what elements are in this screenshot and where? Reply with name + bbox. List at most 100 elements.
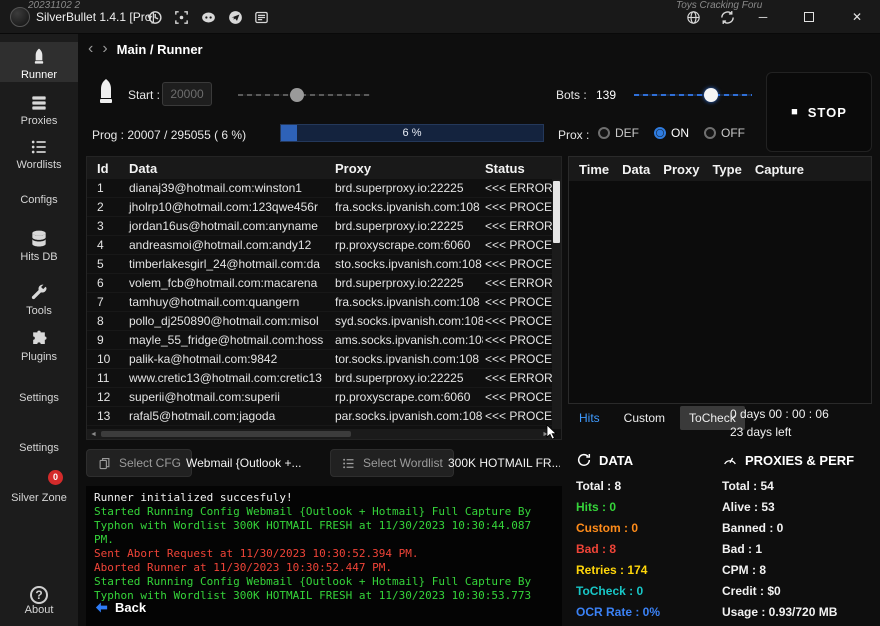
sidebar-item-about[interactable]: ? About [0, 582, 78, 626]
table-row[interactable]: 1dianaj39@hotmail.com:winston1brd.superp… [87, 179, 552, 198]
column-header-type[interactable]: Type [712, 162, 741, 177]
column-header-id[interactable]: Id [87, 161, 127, 176]
scroll-left-icon[interactable]: ◄ [90, 431, 97, 438]
back-button-label: Back [115, 600, 146, 615]
sidebar-item-settings-2[interactable]: Settings [0, 442, 78, 462]
table-row[interactable]: 6volem_fcb@hotmail.com:macarenabrd.super… [87, 274, 552, 293]
column-header-proxy[interactable]: Proxy [663, 162, 699, 177]
sidebar-item-settings[interactable]: Settings [0, 392, 78, 412]
proxies-panel-title: PROXIES & PERF [745, 453, 854, 468]
sync-icon[interactable] [716, 6, 738, 28]
close-button[interactable]: ✕ [840, 0, 874, 34]
stat-usage: Usage : 0.93/720 MB [722, 604, 872, 620]
back-button[interactable]: Back [94, 600, 146, 615]
stat-custom: Custom : 0 [576, 520, 716, 536]
stop-square-icon: ■ [791, 106, 799, 118]
cell-data: mayle_55_fridge@hotmail.com:hoss [127, 333, 333, 347]
back-arrow-icon [94, 600, 109, 615]
proxies-panel-header: PROXIES & PERF [722, 452, 854, 468]
tab-custom[interactable]: Custom [615, 406, 674, 430]
stat-credit: Credit : $0 [722, 583, 872, 599]
minimize-button[interactable]: ─ [746, 0, 780, 34]
prox-radio-on[interactable]: ON [654, 126, 689, 140]
table-row[interactable]: 3jordan16us@hotmail.com:anynamebrd.super… [87, 217, 552, 236]
history-icon[interactable] [143, 6, 165, 28]
sidebar-item-hits-db[interactable]: Hits DB [0, 224, 78, 264]
proxies-stats: Total : 54Alive : 53Banned : 0Bad : 1CPM… [722, 478, 872, 625]
sidebar-item-label: Hits DB [0, 251, 78, 268]
sidebar-item-runner[interactable]: Runner [0, 42, 78, 82]
stat-tocheck: ToCheck : 0 [576, 583, 716, 599]
start-input[interactable] [162, 82, 212, 106]
cell-proxy: par.socks.ipvanish.com:108 [333, 409, 483, 423]
column-header-time[interactable]: Time [579, 162, 609, 177]
cell-data: rafal5@hotmail.com:jagoda [127, 409, 333, 423]
table-row[interactable]: 2jholrp10@hotmail.com:123qwe456rfra.sock… [87, 198, 552, 217]
progress-percent-text: 6 % [281, 125, 543, 141]
scrollbar-thumb[interactable] [553, 181, 560, 243]
discord-icon[interactable] [197, 6, 219, 28]
tab-hits[interactable]: Hits [570, 406, 609, 430]
column-header-proxy[interactable]: Proxy [333, 161, 483, 176]
sidebar-item-wordlists[interactable]: Wordlists [0, 132, 78, 170]
sidebar-item-label: Silver Zone [0, 474, 78, 509]
table-row[interactable]: 13rafal5@hotmail.com:jagodapar.socks.ipv… [87, 407, 552, 426]
column-header-data[interactable]: Data [622, 162, 650, 177]
data-panel-header: DATA [576, 452, 633, 468]
app-title: SilverBullet 1.4.1 [Pro] [36, 0, 155, 34]
cell-data: www.cretic13@hotmail.com:cretic13 [127, 371, 333, 385]
cell-proxy: brd.superproxy.io:22225 [333, 181, 483, 195]
cell-id: 9 [87, 333, 127, 347]
stop-button[interactable]: ■ STOP [766, 72, 872, 152]
cell-proxy: tor.socks.ipvanish.com:108 [333, 352, 483, 366]
bots-slider[interactable] [634, 88, 752, 102]
table-row[interactable]: 7tamhuy@hotmail.com:quangernfra.socks.ip… [87, 293, 552, 312]
table-row[interactable]: 9mayle_55_fridge@hotmail.com:hossams.soc… [87, 331, 552, 350]
prox-radio-off[interactable]: OFF [704, 126, 745, 140]
table-row[interactable]: 12superii@hotmail.com:superiirp.proxyscr… [87, 388, 552, 407]
sidebar-item-silver-zone[interactable]: 0 Silver Zone [0, 474, 78, 514]
radio-label: OFF [721, 126, 745, 140]
layers-icon [29, 93, 49, 113]
vertical-scrollbar[interactable] [552, 179, 561, 429]
page-title: Main / Runner [117, 42, 203, 57]
table-row[interactable]: 5timberlakesgirl_24@hotmail.com:dasto.so… [87, 255, 552, 274]
table-row[interactable]: 10palik-ka@hotmail.com:9842tor.socks.ipv… [87, 350, 552, 369]
horizontal-scrollbar[interactable]: ◄ ► [87, 429, 552, 439]
sidebar-item-configs[interactable]: Configs [0, 194, 78, 214]
sidebar-item-label: Settings [0, 442, 78, 459]
start-slider[interactable] [238, 88, 370, 102]
select-wordlist-label: Select Wordlist [363, 456, 443, 470]
telegram-icon[interactable] [224, 6, 246, 28]
select-wordlist-button[interactable]: Select Wordlist [330, 449, 454, 477]
cell-data: andreasmoi@hotmail.com:andy12 [127, 238, 333, 252]
column-header-data[interactable]: Data [127, 161, 333, 176]
sidebar-item-tools[interactable]: Tools [0, 278, 78, 316]
column-header-capture[interactable]: Capture [755, 162, 804, 177]
cell-status: <<< PROCES [483, 352, 552, 366]
table-row[interactable]: 4andreasmoi@hotmail.com:andy12rp.proxysc… [87, 236, 552, 255]
bots-slider-thumb[interactable] [704, 88, 718, 102]
column-header-status[interactable]: Status [483, 161, 561, 176]
cell-status: <<< PROCES [483, 238, 552, 252]
cell-proxy: brd.superproxy.io:22225 [333, 371, 483, 385]
globe-icon[interactable] [682, 6, 704, 28]
maximize-button[interactable] [792, 0, 826, 34]
news-icon[interactable] [250, 6, 272, 28]
prox-radio-def[interactable]: DEF [598, 126, 639, 140]
scrollbar-thumb[interactable] [101, 431, 351, 437]
sidebar-item-label: Wordlists [0, 159, 78, 176]
stat-bad: Bad : 8 [576, 541, 716, 557]
nav-forward-icon[interactable]: › [102, 40, 107, 58]
log-console[interactable]: Runner initialized succesfuly!Started Ru… [86, 486, 562, 626]
nav-back-icon[interactable]: ‹ [88, 40, 93, 58]
start-slider-thumb[interactable] [290, 88, 304, 102]
cell-proxy: ams.socks.ipvanish.com:108 [333, 333, 483, 347]
sidebar-item-plugins[interactable]: Plugins [0, 324, 78, 364]
sidebar-item-proxies[interactable]: Proxies [0, 88, 78, 126]
capture-icon[interactable] [170, 6, 192, 28]
table-row[interactable]: 11www.cretic13@hotmail.com:cretic13brd.s… [87, 369, 552, 388]
run-bullet-button[interactable] [94, 78, 118, 108]
select-cfg-button[interactable]: Select CFG [86, 449, 192, 477]
table-row[interactable]: 8pollo_dj250890@hotmail.com:misolsyd.soc… [87, 312, 552, 331]
